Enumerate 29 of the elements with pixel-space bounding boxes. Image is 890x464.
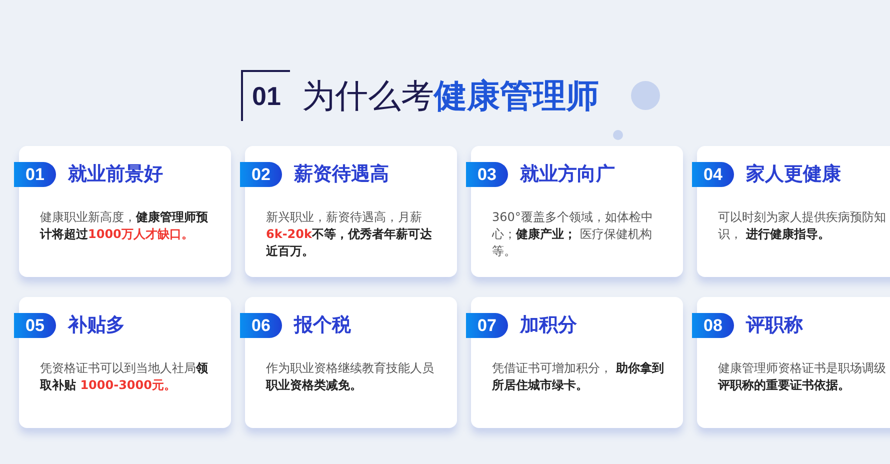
card-description: 新兴职业，薪资待遇高，月薪 6k-20k不等，优秀者年薪可达近百万。 — [266, 208, 433, 260]
card-title: 加积分 — [520, 313, 577, 338]
number-badge: 02 — [240, 162, 282, 187]
card-title: 补贴多 — [68, 313, 125, 338]
card-title: 报个税 — [294, 313, 351, 338]
card-title: 就业方向广 — [520, 162, 615, 187]
section-number: 01 — [241, 70, 290, 121]
number-badge: 04 — [692, 162, 734, 187]
card-description: 凭资格证书可以到当地人社局领取补贴 1000-3000元。 — [40, 360, 209, 394]
number-badge: 06 — [240, 312, 282, 338]
card-description: 可以时刻为家人提供疾病预防知识， 进行健康指导。 — [718, 208, 887, 242]
card-description: 健康职业新高度，健康管理师预计将超过1000万人才缺口。 — [40, 208, 209, 242]
heading-highlight: 健康管理师 — [434, 79, 599, 112]
circle-icon — [631, 81, 660, 110]
number-badge: 05 — [14, 312, 56, 338]
card-description: 健康管理师资格证书是职场调级 评职称的重要证书依据。 — [718, 360, 887, 394]
card-description: 360°覆盖多个领域，如体检中心；健康产业； 医疗保健机构等。 — [492, 208, 654, 260]
card-description: 作为职业资格继续教育技能人员 职业资格类减免。 — [266, 360, 435, 394]
number-badge: 01 — [14, 162, 56, 187]
dot-icon — [613, 130, 623, 140]
card-title: 家人更健康 — [746, 162, 841, 187]
card-title: 薪资待遇高 — [294, 162, 389, 187]
number-badge: 08 — [692, 312, 734, 338]
card-title: 就业前景好 — [68, 162, 163, 187]
number-badge: 07 — [466, 312, 508, 338]
card-title: 评职称 — [746, 313, 803, 338]
number-badge: 03 — [466, 162, 508, 187]
card-description: 凭借证书可增加积分， 助你拿到所居住城市绿卡。 — [492, 360, 665, 394]
heading-text: 为什么考 — [302, 79, 434, 112]
